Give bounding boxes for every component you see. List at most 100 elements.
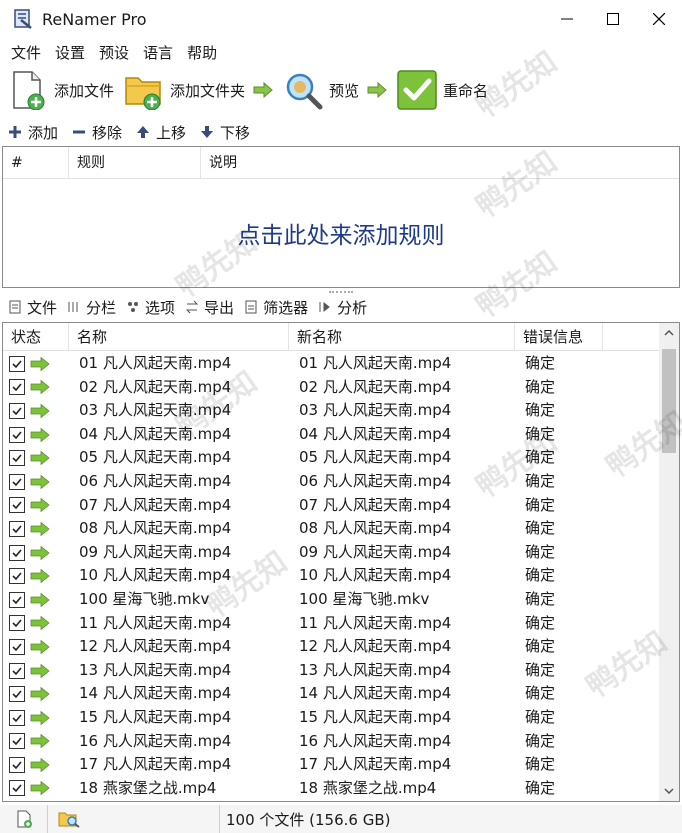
table-row[interactable]: 06 凡人风起天南.mp4 06 凡人风起天南.mp4 确定 — [3, 470, 659, 494]
close-button[interactable] — [636, 0, 682, 38]
add-file-small-icon — [17, 810, 32, 828]
rename-button[interactable]: 重命名 — [397, 67, 488, 113]
row-checkbox[interactable] — [9, 379, 25, 396]
rule-add-label: 添加 — [28, 123, 59, 142]
filter-menu-button[interactable]: 筛选器 — [244, 297, 308, 318]
rule-up-button[interactable]: 上移 — [136, 122, 186, 143]
status-arrow-icon — [30, 592, 50, 607]
table-row[interactable]: 13 凡人风起天南.mp4 13 凡人风起天南.mp4 确定 — [3, 659, 659, 683]
new-name-cell: 11 凡人风起天南.mp4 — [299, 613, 452, 632]
table-row[interactable]: 18 燕家堡之战.mp4 18 燕家堡之战.mp4 确定 — [3, 777, 659, 801]
row-checkbox[interactable] — [9, 355, 25, 372]
arrow-up-icon — [137, 126, 150, 138]
preview-button[interactable]: 预览 — [283, 67, 359, 113]
menu-presets[interactable]: 预设 — [92, 42, 136, 63]
table-row[interactable]: 11 凡人风起天南.mp4 11 凡人风起天南.mp4 确定 — [3, 612, 659, 636]
col-error[interactable]: 错误信息 — [515, 323, 603, 351]
add-files-button[interactable]: 添加文件 — [8, 67, 114, 113]
file-name-cell: 09 凡人风起天南.mp4 — [79, 542, 232, 561]
analyze-menu-button[interactable]: 分析 — [318, 297, 367, 318]
add-rule-hint[interactable]: 点击此处来添加规则 — [3, 179, 679, 287]
menu-language[interactable]: 语言 — [136, 42, 180, 63]
rules-col-rule[interactable]: 规则 — [69, 146, 201, 179]
status-arrow-icon — [30, 734, 50, 749]
new-name-cell: 08 凡人风起天南.mp4 — [299, 519, 452, 538]
row-checkbox[interactable] — [9, 520, 25, 537]
table-row[interactable]: 12 凡人风起天南.mp4 12 凡人风起天南.mp4 确定 — [3, 635, 659, 659]
vertical-scrollbar[interactable] — [659, 323, 679, 801]
status-search-cell[interactable] — [48, 805, 220, 833]
rules-col-description[interactable]: 说明 — [201, 147, 677, 179]
chevron-up-icon — [664, 330, 674, 336]
row-checkbox[interactable] — [9, 426, 25, 443]
window-title: ReNamer Pro — [42, 9, 147, 29]
col-new-name[interactable]: 新名称 — [289, 323, 515, 351]
title-bar: ReNamer Pro — [0, 0, 682, 38]
options-menu-button[interactable]: 选项 — [126, 297, 175, 318]
table-row[interactable]: 17 凡人风起天南.mp4 17 凡人风起天南.mp4 确定 — [3, 753, 659, 777]
export-menu-button[interactable]: 导出 — [185, 297, 234, 318]
table-row[interactable]: 08 凡人风起天南.mp4 08 凡人风起天南.mp4 确定 — [3, 517, 659, 541]
table-row[interactable]: 15 凡人风起天南.mp4 15 凡人风起天南.mp4 确定 — [3, 706, 659, 730]
files-toolbar: 文件 分栏 选项 导出 筛选器 分析 — [0, 294, 682, 320]
file-name-cell: 04 凡人风起天南.mp4 — [79, 424, 232, 443]
row-checkbox[interactable] — [9, 402, 25, 419]
minimize-button[interactable] — [544, 0, 590, 38]
add-folder-button[interactable]: 添加文件夹 — [124, 67, 245, 113]
rules-col-index[interactable]: # — [3, 146, 69, 179]
scroll-thumb[interactable] — [662, 349, 676, 453]
table-row[interactable]: 04 凡人风起天南.mp4 04 凡人风起天南.mp4 确定 — [3, 423, 659, 447]
row-checkbox[interactable] — [9, 756, 25, 773]
row-checkbox[interactable] — [9, 568, 25, 585]
table-row[interactable]: 02 凡人风起天南.mp4 02 凡人风起天南.mp4 确定 — [3, 376, 659, 400]
new-name-cell: 10 凡人风起天南.mp4 — [299, 566, 452, 585]
row-checkbox[interactable] — [9, 615, 25, 632]
status-arrow-icon — [30, 616, 50, 631]
table-row[interactable]: 16 凡人风起天南.mp4 16 凡人风起天南.mp4 确定 — [3, 730, 659, 754]
row-checkbox[interactable] — [9, 473, 25, 490]
scroll-up-button[interactable] — [659, 323, 679, 343]
files-menu-button[interactable]: 文件 — [8, 297, 57, 318]
table-row[interactable]: 09 凡人风起天南.mp4 09 凡人风起天南.mp4 确定 — [3, 541, 659, 565]
rule-down-button[interactable]: 下移 — [200, 122, 250, 143]
new-name-cell: 14 凡人风起天南.mp4 — [299, 684, 452, 703]
row-checkbox[interactable] — [9, 638, 25, 655]
row-checkbox[interactable] — [9, 733, 25, 750]
table-row[interactable]: 01 凡人风起天南.mp4 01 凡人风起天南.mp4 确定 — [3, 352, 659, 376]
file-name-cell: 01 凡人风起天南.mp4 — [79, 354, 232, 372]
file-name-cell: 10 凡人风起天南.mp4 — [79, 566, 232, 585]
menu-help[interactable]: 帮助 — [180, 42, 224, 63]
columns-menu-button[interactable]: 分栏 — [67, 297, 116, 318]
table-row[interactable]: 10 凡人风起天南.mp4 10 凡人风起天南.mp4 确定 — [3, 564, 659, 588]
rule-add-button[interactable]: 添加 — [8, 122, 58, 143]
table-row[interactable]: 100 星海飞驰.mkv 100 星海飞驰.mkv 确定 — [3, 588, 659, 612]
col-name[interactable]: 名称 — [69, 323, 289, 351]
scroll-down-button[interactable] — [659, 781, 679, 801]
table-row[interactable]: 05 凡人风起天南.mp4 05 凡人风起天南.mp4 确定 — [3, 446, 659, 470]
row-checkbox[interactable] — [9, 591, 25, 608]
error-cell: 确定 — [525, 495, 556, 514]
table-row[interactable]: 07 凡人风起天南.mp4 07 凡人风起天南.mp4 确定 — [3, 494, 659, 518]
table-row[interactable]: 14 凡人风起天南.mp4 14 凡人风起天南.mp4 确定 — [3, 682, 659, 706]
menu-settings[interactable]: 设置 — [48, 42, 92, 63]
menu-file[interactable]: 文件 — [4, 42, 48, 63]
row-checkbox[interactable] — [9, 709, 25, 726]
status-add-cell[interactable] — [0, 805, 48, 833]
row-checkbox[interactable] — [9, 450, 25, 467]
row-checkbox[interactable] — [9, 662, 25, 679]
check-icon — [12, 454, 22, 463]
new-name-cell: 15 凡人风起天南.mp4 — [299, 707, 452, 726]
row-checkbox[interactable] — [9, 686, 25, 703]
table-row[interactable]: 03 凡人风起天南.mp4 03 凡人风起天南.mp4 确定 — [3, 399, 659, 423]
row-checkbox[interactable] — [9, 497, 25, 514]
row-checkbox[interactable] — [9, 780, 25, 797]
col-status[interactable]: 状态 — [3, 323, 69, 351]
status-cell — [3, 541, 69, 565]
status-cell — [3, 682, 69, 706]
arrow-down-icon — [201, 126, 214, 138]
maximize-button[interactable] — [590, 0, 636, 38]
minimize-icon — [561, 18, 573, 20]
row-checkbox[interactable] — [9, 544, 25, 561]
rule-remove-button[interactable]: 移除 — [72, 122, 122, 143]
main-toolbar: 添加文件 添加文件夹 预览 重命名 — [0, 66, 682, 114]
